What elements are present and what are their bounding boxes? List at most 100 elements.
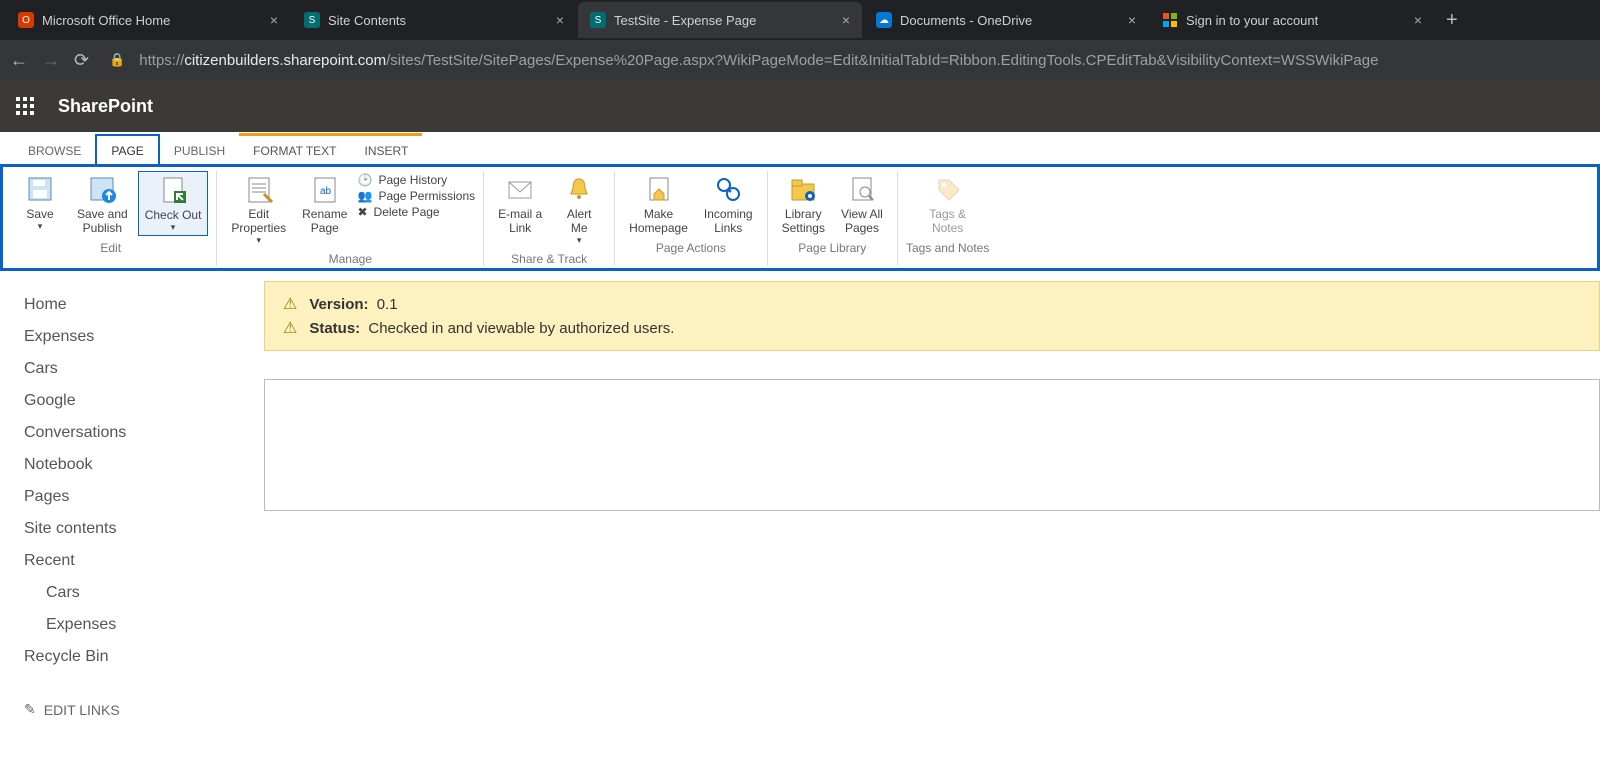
sharepoint-brand[interactable]: SharePoint <box>58 96 153 117</box>
nav-expenses[interactable]: Expenses <box>24 321 264 353</box>
version-value: 0.1 <box>377 296 398 313</box>
ribbon-group-page-actions: Make Homepage Incoming Links Page Action… <box>615 171 767 266</box>
email-link-button[interactable]: E-mail a Link <box>492 171 548 237</box>
nav-recent-expenses[interactable]: Expenses <box>24 609 264 641</box>
tags-notes-button[interactable]: Tags & Notes <box>921 171 975 237</box>
svg-text:ab: ab <box>320 186 332 197</box>
edit-links-button[interactable]: ✎ EDIT LINKS <box>24 701 264 718</box>
tags-icon <box>932 173 964 205</box>
warning-icon: ⚠ <box>283 294 297 314</box>
browser-tab[interactable]: S Site Contents × <box>292 2 576 38</box>
office-icon: O <box>18 12 34 28</box>
status-label: Status: <box>309 320 360 337</box>
group-label: Page Actions <box>656 241 726 255</box>
close-icon[interactable]: × <box>1128 12 1136 28</box>
status-value: Checked in and viewable by authorized us… <box>368 320 674 337</box>
tab-insert[interactable]: INSERT <box>351 133 423 164</box>
reload-button[interactable]: ⟳ <box>74 50 89 71</box>
browser-tab-strip: O Microsoft Office Home × S Site Content… <box>0 0 1600 40</box>
nav-recent-cars[interactable]: Cars <box>24 577 264 609</box>
page-content: ⚠ Version: 0.1 ⚠ Status: Checked in and … <box>264 271 1600 718</box>
properties-icon <box>243 173 275 205</box>
lock-icon: 🔒 <box>109 52 125 68</box>
alert-me-button[interactable]: Alert Me▾ <box>552 171 606 248</box>
page-history-button[interactable]: 🕑Page History <box>357 173 475 187</box>
onedrive-icon: ☁ <box>876 12 892 28</box>
check-out-icon <box>157 174 189 206</box>
tab-browse[interactable]: BROWSE <box>14 136 95 164</box>
save-publish-icon <box>86 173 118 205</box>
new-tab-button[interactable]: + <box>1436 9 1468 32</box>
delete-icon: ✖ <box>357 205 367 219</box>
address-bar: ← → ⟳ 🔒 https://citizenbuilders.sharepoi… <box>0 40 1600 80</box>
quick-launch-nav: Home Expenses Cars Google Conversations … <box>0 271 264 718</box>
incoming-links-button[interactable]: Incoming Links <box>698 171 759 237</box>
close-icon[interactable]: × <box>842 12 850 28</box>
nav-home[interactable]: Home <box>24 289 264 321</box>
back-button[interactable]: ← <box>10 50 28 71</box>
browser-tab[interactable]: Sign in to your account × <box>1150 2 1434 38</box>
sharepoint-icon: S <box>590 12 606 28</box>
save-icon <box>24 173 56 205</box>
tab-title: Microsoft Office Home <box>42 13 170 28</box>
browser-tab-active[interactable]: S TestSite - Expense Page × <box>578 2 862 38</box>
browser-tab[interactable]: O Microsoft Office Home × <box>6 2 290 38</box>
pencil-icon: ✎ <box>24 701 36 718</box>
check-out-button[interactable]: Check Out▾ <box>138 171 209 236</box>
make-homepage-button[interactable]: Make Homepage <box>623 171 694 237</box>
delete-page-button[interactable]: ✖Delete Page <box>357 205 475 219</box>
library-settings-button[interactable]: Library Settings <box>776 171 831 237</box>
tab-title: Site Contents <box>328 13 406 28</box>
library-settings-icon <box>787 173 819 205</box>
nav-recycle-bin[interactable]: Recycle Bin <box>24 641 264 673</box>
tab-page[interactable]: PAGE <box>95 134 159 164</box>
close-icon[interactable]: × <box>1414 12 1422 28</box>
close-icon[interactable]: × <box>556 12 564 28</box>
ribbon-group-share-track: E-mail a Link Alert Me▾ Share & Track <box>484 171 615 266</box>
close-icon[interactable]: × <box>270 12 278 28</box>
view-all-pages-button[interactable]: View All Pages <box>835 171 889 237</box>
nav-pages[interactable]: Pages <box>24 481 264 513</box>
forward-button[interactable]: → <box>42 50 60 71</box>
microsoft-icon <box>1162 12 1178 28</box>
wiki-editor-area[interactable] <box>264 379 1600 511</box>
save-and-publish-button[interactable]: Save and Publish <box>71 171 134 237</box>
group-label: Tags and Notes <box>906 241 989 255</box>
page-status-bar: ⚠ Version: 0.1 ⚠ Status: Checked in and … <box>264 281 1600 351</box>
ribbon-page: Save▾ Save and Publish Check Out▾ Edit E… <box>0 164 1600 271</box>
tab-title: TestSite - Expense Page <box>614 13 756 28</box>
nav-conversations[interactable]: Conversations <box>24 417 264 449</box>
incoming-links-icon <box>712 173 744 205</box>
save-button[interactable]: Save▾ <box>13 171 67 234</box>
nav-site-contents[interactable]: Site contents <box>24 513 264 545</box>
bell-icon <box>563 173 595 205</box>
app-launcher-icon[interactable] <box>16 97 34 115</box>
tab-format-text[interactable]: FORMAT TEXT <box>239 133 350 164</box>
version-label: Version: <box>309 296 368 313</box>
tab-title: Sign in to your account <box>1186 13 1318 28</box>
suite-bar: SharePoint <box>0 80 1600 132</box>
history-icon: 🕑 <box>357 173 372 187</box>
edit-properties-button[interactable]: Edit Properties▾ <box>225 171 292 248</box>
permissions-icon: 👥 <box>357 189 372 203</box>
sharepoint-icon: S <box>304 12 320 28</box>
page-permissions-button[interactable]: 👥Page Permissions <box>357 189 475 203</box>
warning-icon: ⚠ <box>283 318 297 338</box>
nav-cars[interactable]: Cars <box>24 353 264 385</box>
group-label: Manage <box>329 252 372 266</box>
ribbon-group-tags-notes: Tags & Notes Tags and Notes <box>898 171 997 266</box>
url-text[interactable]: https://citizenbuilders.sharepoint.com/s… <box>139 52 1378 69</box>
homepage-icon <box>643 173 675 205</box>
browser-tab[interactable]: ☁ Documents - OneDrive × <box>864 2 1148 38</box>
ribbon-group-page-library: Library Settings View All Pages Page Lib… <box>768 171 898 266</box>
tab-publish[interactable]: PUBLISH <box>160 136 239 164</box>
group-label: Share & Track <box>511 252 587 266</box>
ribbon-group-manage: Edit Properties▾ ab Rename Page 🕑Page Hi… <box>217 171 484 266</box>
view-all-icon <box>846 173 878 205</box>
rename-page-button[interactable]: ab Rename Page <box>296 171 353 237</box>
group-label: Page Library <box>798 241 866 255</box>
nav-google[interactable]: Google <box>24 385 264 417</box>
nav-notebook[interactable]: Notebook <box>24 449 264 481</box>
ribbon-group-edit: Save▾ Save and Publish Check Out▾ Edit <box>5 171 217 266</box>
nav-recent-header[interactable]: Recent <box>24 545 264 577</box>
